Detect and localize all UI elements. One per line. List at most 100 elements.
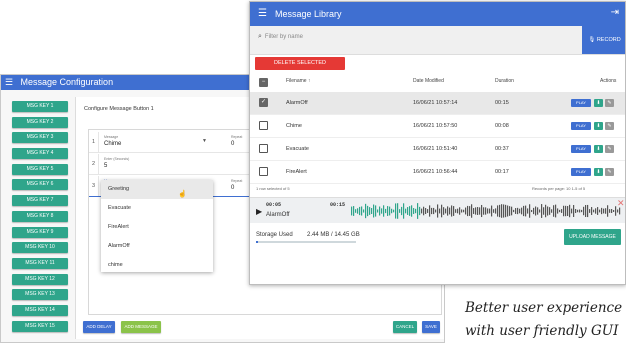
modified-cell: 16/06/21 10:51:40 — [413, 146, 458, 152]
waveform-bar — [485, 207, 487, 215]
waveform-bar — [577, 209, 579, 213]
microphone-icon: 🎙 — [588, 37, 596, 43]
chevron-down-icon[interactable]: ▼ — [202, 138, 207, 144]
play-button[interactable]: PLAY — [571, 168, 591, 176]
records-per-page[interactable]: Records per page: 10 1-5 of 5 — [532, 186, 585, 191]
waveform-bar — [553, 205, 555, 217]
msg-key-button[interactable]: MSG KEY 6 — [12, 179, 68, 191]
download-icon[interactable]: ⬇ — [594, 122, 603, 130]
add-delay-button[interactable]: ADD DELAY — [83, 321, 115, 333]
record-button[interactable]: 🎙 RECORD — [582, 26, 625, 54]
msg-key-button[interactable]: MSG KEY 3 — [12, 132, 68, 144]
msg-key-button[interactable]: MSG KEY 14 — [12, 304, 68, 316]
waveform-bar — [607, 205, 609, 217]
msg-key-button[interactable]: MSG KEY 2 — [12, 116, 68, 128]
msg-key-button[interactable]: MSG KEY 15 — [12, 320, 68, 332]
cancel-button[interactable]: CANCEL — [393, 321, 417, 333]
repeat-value[interactable]: 0 — [231, 141, 234, 147]
config-title: Message Configuration — [20, 77, 114, 87]
play-button[interactable]: PLAY — [571, 122, 591, 130]
waveform-bar — [447, 206, 449, 216]
dropdown-option[interactable]: Evacuate — [101, 199, 213, 218]
save-button[interactable]: SAVE — [422, 321, 440, 333]
msg-key-button[interactable]: MSG KEY 9 — [12, 226, 68, 238]
row-value[interactable]: 5 — [104, 163, 107, 169]
filename-cell: FireAlert — [286, 169, 307, 175]
download-icon[interactable]: ⬇ — [594, 99, 603, 107]
waveform-bar — [429, 205, 431, 217]
edit-icon[interactable]: ✎ — [605, 145, 614, 153]
waveform-bar — [431, 207, 433, 215]
msg-key-button[interactable]: MSG KEY 8 — [12, 210, 68, 222]
dropdown-option[interactable]: Greeting ☝ — [101, 180, 213, 199]
storage-progress-bar — [256, 241, 356, 243]
msg-key-button[interactable]: MSG KEY 1 — [12, 101, 68, 112]
add-message-button[interactable]: ADD MESSAGE — [121, 321, 161, 333]
msg-key-button[interactable]: MSG KEY 5 — [12, 163, 68, 175]
column-header-modified[interactable]: Date Modified — [413, 78, 444, 84]
dropdown-option[interactable]: chime — [101, 256, 213, 275]
msg-key-button[interactable]: MSG KEY 13 — [12, 289, 68, 301]
row-checkbox[interactable] — [259, 121, 268, 130]
filename-cell: Evacuate — [286, 146, 309, 152]
table-row[interactable]: Chime 16/06/21 10:57:50 00:08 PLAY ⬇ ✎ — [250, 115, 625, 138]
msg-key-button[interactable]: MSG KEY 7 — [12, 195, 68, 207]
table-row[interactable]: Evacuate 16/06/21 10:51:40 00:37 PLAY ⬇ … — [250, 138, 625, 161]
waveform-bar — [515, 208, 517, 214]
close-icon[interactable]: ✕ — [617, 198, 625, 209]
row-checkbox[interactable]: ✓ — [259, 98, 268, 107]
dropdown-option[interactable]: AlarmOff — [101, 237, 213, 256]
sequence-row-2[interactable]: 2 Enter (Seconds) 5 — [89, 154, 249, 175]
dropdown-option[interactable]: FireAlert — [101, 218, 213, 237]
play-icon[interactable]: ▶ — [256, 207, 262, 216]
waveform[interactable] — [351, 201, 626, 221]
edit-icon[interactable]: ✎ — [605, 99, 614, 107]
waveform-bar — [603, 208, 605, 214]
download-icon[interactable]: ⬇ — [594, 168, 603, 176]
sequence-row-1[interactable]: 1 Message Chime ▼ Repeat 0 — [89, 132, 249, 153]
play-button[interactable]: PLAY — [571, 99, 591, 107]
current-time: 00:05 — [266, 202, 282, 208]
edit-icon[interactable]: ✎ — [605, 168, 614, 176]
msg-key-button[interactable]: MSG KEY 4 — [12, 148, 68, 160]
waveform-bar — [529, 204, 531, 218]
msg-key-button[interactable]: MSG KEY 12 — [12, 273, 68, 285]
waveform-bar — [563, 205, 565, 217]
duration-cell: 00:17 — [495, 169, 509, 175]
column-header-filename[interactable]: Filename ↑ — [286, 78, 310, 84]
menu-icon[interactable]: ☰ — [258, 8, 267, 19]
table-row[interactable]: ✓ AlarmOff 16/06/21 10:57:14 00:15 PLAY … — [250, 92, 625, 115]
waveform-bar — [389, 206, 391, 216]
waveform-bar — [409, 206, 411, 216]
menu-icon[interactable]: ☰ — [5, 75, 13, 90]
msg-key-button[interactable]: MSG KEY 11 — [12, 257, 68, 269]
select-all-checkbox[interactable]: − — [259, 78, 268, 87]
waveform-bar — [413, 208, 415, 214]
waveform-bar — [425, 208, 427, 214]
column-header-duration[interactable]: Duration — [495, 78, 514, 84]
table-row[interactable]: FireAlert 16/06/21 10:56:44 00:17 PLAY ⬇… — [250, 161, 625, 184]
waveform-bar — [439, 208, 441, 214]
delete-selected-button[interactable]: DELETE SELECTED — [255, 57, 345, 70]
edit-icon[interactable]: ✎ — [605, 122, 614, 130]
repeat-value[interactable]: 0 — [231, 185, 234, 191]
play-button[interactable]: PLAY — [571, 145, 591, 153]
waveform-bar — [487, 208, 489, 214]
waveform-bar — [593, 209, 595, 213]
message-library-window: ☰ Message Library ⇥ ⌕ Filter by name 🎙 RE… — [249, 1, 626, 285]
row-checkbox[interactable] — [259, 144, 268, 153]
search-input[interactable]: ⌕ Filter by name — [258, 33, 303, 41]
logout-icon[interactable]: ⇥ — [611, 7, 619, 18]
row-checkbox[interactable] — [259, 167, 268, 176]
waveform-bar — [613, 209, 615, 213]
library-toolbar: ⌕ Filter by name 🎙 RECORD — [250, 26, 625, 55]
waveform-bar — [379, 206, 381, 216]
waveform-bar — [363, 209, 365, 213]
upload-message-button[interactable]: UPLOAD MESSAGE — [564, 229, 621, 245]
waveform-bar — [531, 209, 533, 213]
msg-key-button[interactable]: MSG KEY 10 — [12, 242, 68, 254]
waveform-bar — [499, 204, 501, 218]
download-icon[interactable]: ⬇ — [594, 145, 603, 153]
waveform-bar — [597, 207, 599, 215]
waveform-bar — [561, 209, 563, 213]
